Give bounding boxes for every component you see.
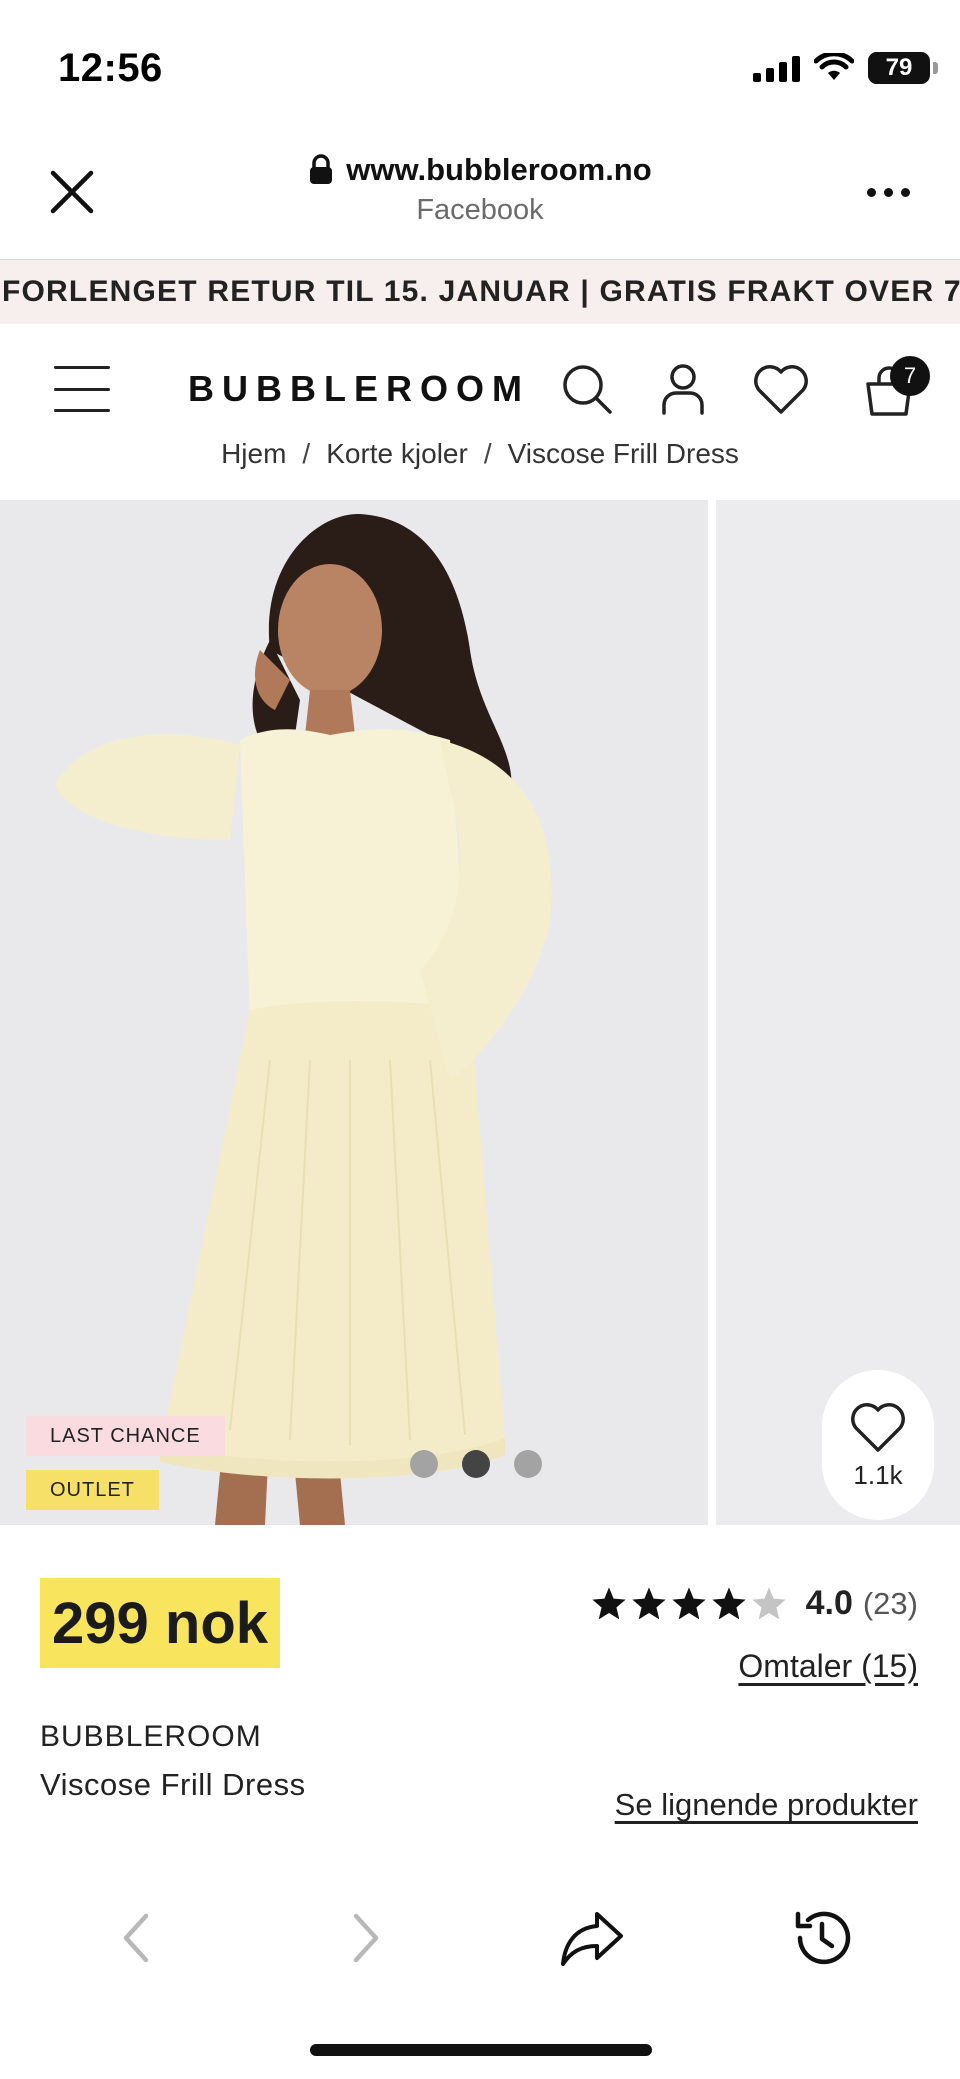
url-source: Facebook	[416, 194, 544, 226]
star-icon	[751, 1586, 786, 1619]
cart-button[interactable]: 7	[846, 354, 932, 424]
breadcrumb-separator: /	[302, 438, 311, 469]
star-icon	[631, 1586, 666, 1619]
menu-icon	[54, 366, 110, 369]
more-button[interactable]	[856, 170, 920, 214]
status-time: 12:56	[58, 46, 163, 90]
breadcrumb-category[interactable]: Korte kjoler	[326, 438, 468, 478]
favorite-count: 1.1k	[853, 1459, 903, 1490]
breadcrumb-separator: /	[483, 438, 492, 469]
browser-toolbar	[0, 1880, 960, 1990]
status-icons: 79	[753, 50, 938, 86]
product-image-gallery[interactable]: LAST CHANCE OUTLET 1.1k	[0, 500, 960, 1525]
status-bar: 12:56 79	[0, 0, 960, 130]
reviews-link[interactable]: Omtaler (15)	[738, 1648, 918, 1685]
star-icon	[671, 1586, 706, 1619]
menu-button[interactable]	[54, 366, 110, 412]
battery-cap	[933, 62, 938, 74]
cart-count-badge: 7	[890, 356, 930, 396]
rating-value: 4.0	[805, 1584, 853, 1622]
chevron-left-icon	[123, 1913, 149, 1963]
close-button[interactable]	[40, 160, 104, 224]
product-brand[interactable]: BUBBLEROOM	[40, 1720, 262, 1754]
rating-count: (23)	[862, 1585, 918, 1621]
promo-banner[interactable]: FORLENGET RETUR TIL 15. JANUAR | GRATIS …	[0, 260, 960, 324]
star-rating	[590, 1585, 788, 1623]
search-icon	[563, 365, 612, 414]
product-name: Viscose Frill Dress	[40, 1767, 306, 1802]
battery-percent: 79	[885, 54, 913, 81]
home-indicator[interactable]	[310, 2044, 652, 2056]
last-chance-badge: LAST CHANCE	[26, 1416, 225, 1456]
carousel-dot[interactable]	[462, 1450, 490, 1478]
star-icon	[711, 1586, 746, 1619]
promo-text: FORLENGET RETUR TIL 15. JANUAR | GRATIS …	[2, 275, 960, 308]
chevron-right-icon	[353, 1913, 379, 1963]
model-photo	[0, 500, 708, 1525]
product-price: 299 nok	[52, 1590, 268, 1656]
wishlist-button[interactable]	[746, 354, 816, 424]
carousel-dots[interactable]	[410, 1450, 542, 1478]
lock-icon	[310, 154, 333, 184]
heart-icon	[754, 365, 808, 414]
breadcrumb-current: Viscose Frill Dress	[507, 438, 739, 469]
breadcrumb-home[interactable]: Hjem	[221, 438, 286, 478]
wifi-icon	[814, 53, 854, 80]
carousel-dot[interactable]	[410, 1450, 438, 1478]
cellular-signal-icon	[753, 54, 800, 82]
outlet-badge: OUTLET	[26, 1470, 159, 1510]
brand-logo[interactable]: BUBBLEROOM	[188, 368, 530, 410]
account-button[interactable]	[648, 354, 718, 424]
heart-icon	[851, 1402, 905, 1452]
product-image[interactable]: LAST CHANCE OUTLET	[0, 500, 708, 1525]
url-line: www.bubbleroom.no	[200, 152, 760, 188]
search-button[interactable]	[552, 354, 622, 424]
url-block[interactable]: www.bubbleroom.no Facebook	[200, 152, 760, 227]
in-app-browser-header: www.bubbleroom.no Facebook	[0, 130, 960, 260]
forward-button[interactable]	[326, 1898, 406, 1978]
breadcrumb: Hjem / Korte kjoler / Viscose Frill Dres…	[0, 438, 960, 478]
back-button[interactable]	[96, 1898, 176, 1978]
star-icon	[591, 1586, 626, 1619]
share-button[interactable]	[552, 1898, 632, 1978]
site-nav: BUBBLEROOM 7	[0, 324, 960, 454]
more-icon	[866, 187, 876, 197]
battery-icon: 79	[868, 52, 938, 84]
favorite-button[interactable]: 1.1k	[822, 1370, 934, 1520]
close-icon	[50, 170, 94, 214]
share-icon	[561, 1912, 623, 1966]
history-icon	[795, 1911, 851, 1965]
next-product-image[interactable]	[716, 500, 960, 1525]
similar-products-link[interactable]: Se lignende produkter	[615, 1787, 918, 1823]
rating-summary[interactable]: 4.0 (23)	[590, 1584, 918, 1623]
url-text: www.bubbleroom.no	[346, 152, 652, 187]
carousel-dot[interactable]	[514, 1450, 542, 1478]
account-icon	[662, 364, 704, 415]
history-button[interactable]	[782, 1898, 862, 1978]
price-highlight: 299 nok	[40, 1578, 280, 1668]
